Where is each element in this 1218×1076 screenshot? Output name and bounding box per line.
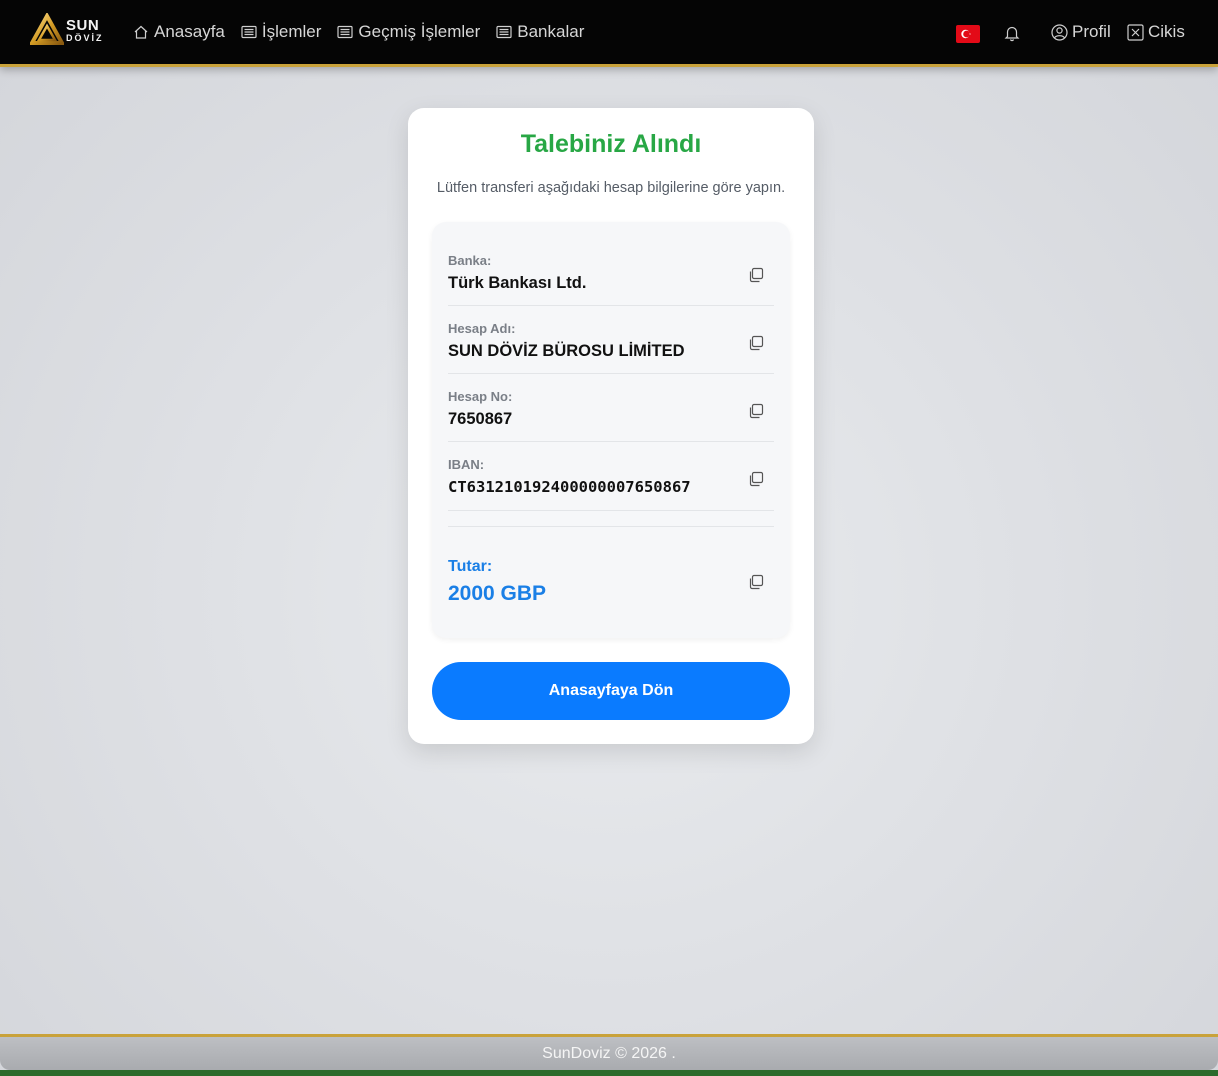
nav-link-label: Geçmiş İşlemler	[358, 22, 481, 41]
nav-link-label: İşlemler	[261, 22, 322, 41]
bank-info-box: Banka: Türk Bankası Ltd. Hesap Adı: SUN …	[432, 222, 790, 638]
info-value: SUN DÖVİZ BÜROSU LİMİTED	[448, 342, 685, 360]
close-square-icon	[1127, 23, 1144, 41]
nav-logout-label: Cikis	[1148, 22, 1185, 41]
page-subtitle: Lütfen transferi aşağıdaki hesap bilgile…	[436, 180, 786, 196]
divider	[448, 526, 774, 527]
top-navbar: SUN DÖVİZ Anasayfa İşlemler Geçmiş İşlem…	[0, 0, 1218, 67]
copy-icon[interactable]	[748, 574, 764, 590]
home-icon	[134, 25, 148, 39]
nav-link-islemler[interactable]: İşlemler	[241, 22, 322, 42]
logo-text-doviz: DÖVİZ	[66, 32, 104, 43]
bell-icon[interactable]	[1003, 24, 1021, 42]
turkey-flag-icon[interactable]	[956, 25, 980, 43]
nav-link-label: Bankalar	[517, 22, 585, 41]
nav-link-gecmis-islemler[interactable]: Geçmiş İşlemler	[337, 22, 480, 42]
amount-value: 2000 GBP	[448, 582, 547, 605]
info-value: 7650867	[448, 410, 513, 428]
copy-icon[interactable]	[748, 335, 764, 351]
info-row-iban: IBAN: CT631210192400000007650867	[448, 442, 774, 511]
info-label: Hesap Adı:	[448, 321, 516, 336]
info-label: IBAN:	[448, 457, 485, 472]
copy-icon[interactable]	[748, 403, 764, 419]
copy-icon[interactable]	[748, 471, 764, 487]
copy-icon[interactable]	[748, 267, 764, 283]
list-icon	[337, 25, 354, 39]
request-received-card: Talebiniz Alındı Lütfen transferi aşağıd…	[408, 108, 814, 744]
logo-triangle-icon	[30, 13, 64, 45]
nav-profile-link[interactable]: Profil	[1051, 22, 1111, 42]
list-icon	[496, 25, 512, 39]
info-label: Hesap No:	[448, 389, 513, 404]
nav-link-label: Anasayfa	[154, 22, 225, 41]
flag-crescent-icon	[961, 29, 971, 39]
info-row-banka: Banka: Türk Bankası Ltd.	[448, 238, 774, 306]
nav-profile-label: Profil	[1072, 22, 1111, 41]
footer-text: SunDoviz © 2026 .	[542, 1044, 676, 1062]
logo-text-sun: SUN	[66, 16, 100, 34]
info-label: Banka:	[448, 253, 492, 268]
nav-links: Anasayfa İşlemler Geçmiş İşlemler Bankal…	[133, 0, 600, 64]
footer-strip	[0, 1070, 1218, 1076]
page-title: Talebiniz Alındı	[520, 130, 702, 158]
nav-link-anasayfa[interactable]: Anasayfa	[133, 22, 225, 42]
brand-logo[interactable]: SUN DÖVİZ	[30, 12, 106, 48]
info-row-hesap-adi: Hesap Adı: SUN DÖVİZ BÜROSU LİMİTED	[448, 306, 774, 374]
info-value: Türk Bankası Ltd.	[448, 274, 587, 292]
back-to-home-button[interactable]: Anasayfaya Dön	[432, 662, 790, 720]
info-value: CT631210192400000007650867	[448, 478, 691, 496]
nav-logout-link[interactable]: Cikis	[1127, 22, 1185, 42]
page-footer: SunDoviz © 2026 .	[0, 1034, 1218, 1070]
info-row-hesap-no: Hesap No: 7650867	[448, 374, 774, 442]
nav-link-bankalar[interactable]: Bankalar	[496, 22, 584, 42]
amount-label: Tutar:	[448, 558, 493, 575]
user-circle-icon	[1051, 23, 1068, 41]
list-icon	[241, 25, 257, 39]
